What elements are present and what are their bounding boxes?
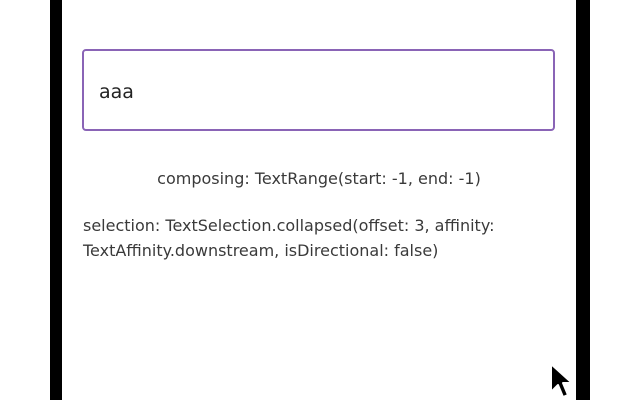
text-input-value[interactable]: aaa [99, 80, 134, 104]
recording-stage: aaa composing: TextRange(start: -1, end:… [0, 0, 640, 400]
selection-info-label: selection: TextSelection.collapsed(offse… [83, 216, 495, 260]
app-screen: aaa composing: TextRange(start: -1, end:… [62, 0, 576, 400]
mouse-pointer-icon [550, 363, 573, 398]
device-frame-right-edge [576, 0, 590, 400]
text-input-field[interactable]: aaa [82, 49, 555, 131]
composing-range-label: composing: TextRange(start: -1, end: -1) [157, 169, 481, 188]
device-frame-left-edge [50, 0, 62, 400]
